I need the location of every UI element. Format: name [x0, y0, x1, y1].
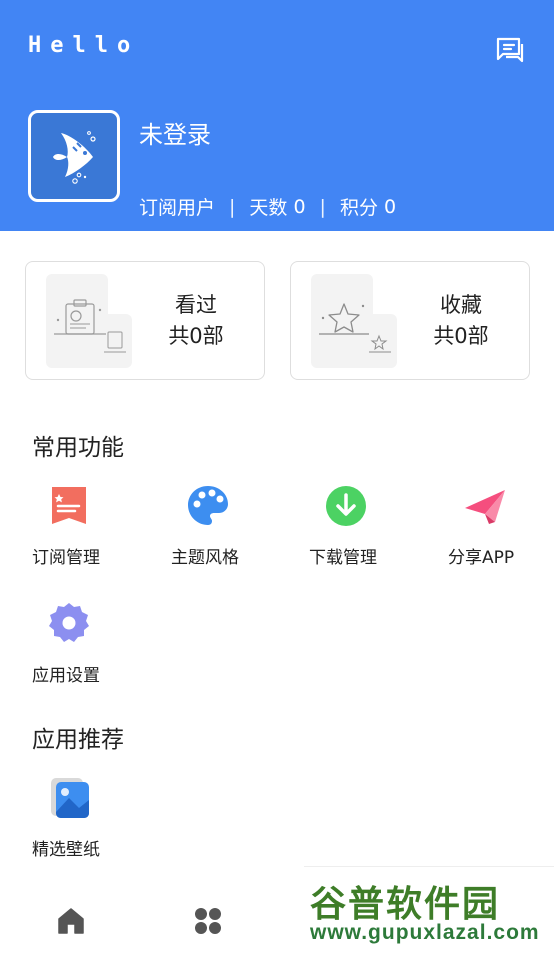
app-title: Hello — [28, 33, 140, 58]
fish-logo-icon — [53, 131, 96, 184]
recommend-title: 应用推荐 — [32, 727, 124, 753]
gear-icon — [49, 603, 89, 642]
watermark: 谷普软件园 www.gupuxlazal.com — [304, 866, 554, 953]
grid-icon — [195, 908, 221, 934]
function-label: 订阅管理 — [32, 548, 100, 568]
stats-separator: | — [319, 195, 326, 218]
nav-home[interactable] — [55, 905, 87, 937]
profile-header: Hello 未登录 订阅用户 | 天数 0 | 积分 0 — [0, 0, 554, 231]
days-label: 天数 — [249, 197, 288, 219]
username[interactable]: 未登录 — [139, 115, 211, 150]
points-label: 积分 — [339, 197, 378, 219]
watermark-brand: 谷普软件园 — [310, 883, 501, 924]
nav-categories[interactable] — [192, 905, 224, 937]
favorites-count: 共0部 — [433, 324, 489, 348]
watched-illustration — [46, 274, 132, 368]
function-label: 主题风格 — [171, 548, 239, 568]
watermark-url: www.gupuxlazal.com — [310, 921, 540, 944]
favorites-card[interactable]: 收藏 共0部 — [290, 261, 530, 380]
download-icon — [326, 486, 366, 526]
wallpaper-icon — [51, 778, 89, 818]
user-stats: 订阅用户 | 天数 0 | 积分 0 — [139, 193, 396, 220]
watched-card[interactable]: 看过 共0部 — [25, 261, 265, 380]
function-label: 应用设置 — [32, 666, 100, 686]
watched-title: 看过 — [175, 293, 217, 317]
days-value: 0 — [293, 195, 306, 218]
palette-icon — [188, 486, 228, 525]
function-label: 分享APP — [448, 548, 515, 568]
function-label: 下载管理 — [309, 548, 377, 568]
stats-separator: | — [229, 195, 236, 218]
paper-plane-icon — [465, 490, 505, 524]
history-document-icon — [46, 274, 132, 368]
points-value: 0 — [383, 195, 397, 218]
star-icon — [311, 274, 397, 368]
favorites-title: 收藏 — [440, 293, 482, 317]
watched-count: 共0部 — [168, 324, 224, 348]
common-functions-title: 常用功能 — [32, 435, 124, 461]
favorites-illustration — [311, 274, 397, 368]
subscription-icon — [52, 487, 86, 524]
avatar[interactable] — [28, 110, 120, 202]
message-button[interactable] — [494, 34, 526, 66]
message-icon — [496, 37, 524, 63]
home-icon — [58, 908, 84, 934]
user-type: 订阅用户 — [139, 197, 216, 219]
recommend-label: 精选壁纸 — [32, 840, 100, 860]
